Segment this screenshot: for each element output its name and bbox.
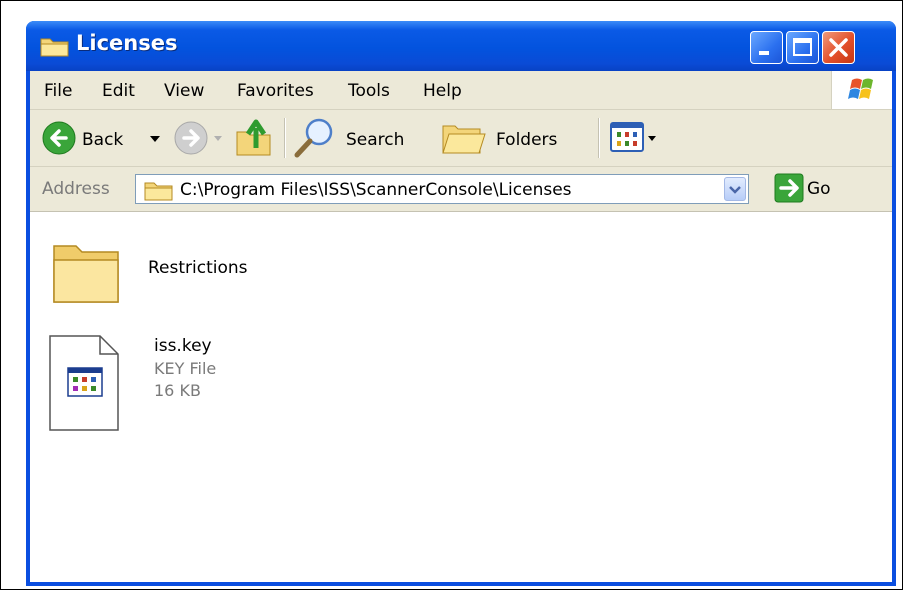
folder-icon bbox=[144, 182, 173, 201]
back-dropdown-icon[interactable] bbox=[150, 136, 160, 142]
toolbar-separator bbox=[284, 118, 286, 158]
address-bar: Address C:\Program Files\ISS\ScannerCons… bbox=[30, 167, 892, 212]
menu-edit[interactable]: Edit bbox=[102, 81, 135, 101]
minimize-button[interactable] bbox=[750, 31, 783, 64]
folder-icon bbox=[40, 38, 69, 57]
title-bar[interactable]: Licenses bbox=[26, 21, 896, 71]
close-button[interactable] bbox=[822, 31, 855, 64]
forward-arrow-icon[interactable] bbox=[174, 121, 208, 155]
list-item-type: KEY File bbox=[154, 359, 217, 378]
window-body: File Edit View Favorites Tools Help Back bbox=[30, 71, 892, 582]
folders-button-label[interactable]: Folders bbox=[496, 130, 557, 150]
key-file-icon[interactable] bbox=[48, 334, 120, 432]
menu-view[interactable]: View bbox=[164, 81, 204, 101]
address-input[interactable]: C:\Program Files\ISS\ScannerConsole\Lice… bbox=[135, 174, 749, 204]
chevron-down-icon bbox=[729, 186, 741, 194]
list-item-name[interactable]: iss.key bbox=[154, 336, 212, 356]
explorer-window: Licenses File Edit View Favorites Tools … bbox=[26, 21, 896, 586]
search-icon[interactable] bbox=[292, 116, 336, 160]
back-button-label[interactable]: Back bbox=[82, 130, 123, 150]
close-icon bbox=[829, 38, 848, 57]
list-item-size: 16 KB bbox=[154, 381, 201, 400]
maximize-icon bbox=[793, 38, 812, 56]
up-folder-icon[interactable] bbox=[234, 116, 274, 158]
maximize-button[interactable] bbox=[786, 31, 819, 64]
address-label: Address bbox=[42, 179, 110, 199]
folders-icon[interactable] bbox=[440, 118, 488, 158]
address-value: C:\Program Files\ISS\ScannerConsole\Lice… bbox=[180, 180, 572, 200]
back-arrow-icon[interactable] bbox=[42, 121, 76, 155]
windows-logo-icon bbox=[831, 71, 892, 109]
minimize-icon bbox=[759, 51, 769, 55]
menu-favorites[interactable]: Favorites bbox=[237, 81, 314, 101]
views-icon[interactable] bbox=[610, 122, 658, 154]
list-item-name[interactable]: Restrictions bbox=[148, 258, 248, 278]
file-list: Restrictions iss.key KEY File 16 KB bbox=[30, 212, 892, 582]
standard-toolbar: Back Search Folders bbox=[30, 110, 892, 167]
forward-dropdown-icon[interactable] bbox=[214, 136, 222, 141]
go-button-label[interactable]: Go bbox=[807, 179, 831, 199]
search-button-label[interactable]: Search bbox=[346, 130, 404, 150]
menu-tools[interactable]: Tools bbox=[348, 81, 390, 101]
toolbar-separator bbox=[598, 118, 600, 158]
menu-help[interactable]: Help bbox=[423, 81, 462, 101]
window-title: Licenses bbox=[76, 31, 178, 55]
go-arrow-icon[interactable] bbox=[774, 173, 804, 203]
menu-file[interactable]: File bbox=[44, 81, 72, 101]
address-dropdown-button[interactable] bbox=[724, 177, 746, 201]
menu-bar: File Edit View Favorites Tools Help bbox=[30, 71, 892, 110]
folder-icon[interactable] bbox=[50, 234, 124, 306]
